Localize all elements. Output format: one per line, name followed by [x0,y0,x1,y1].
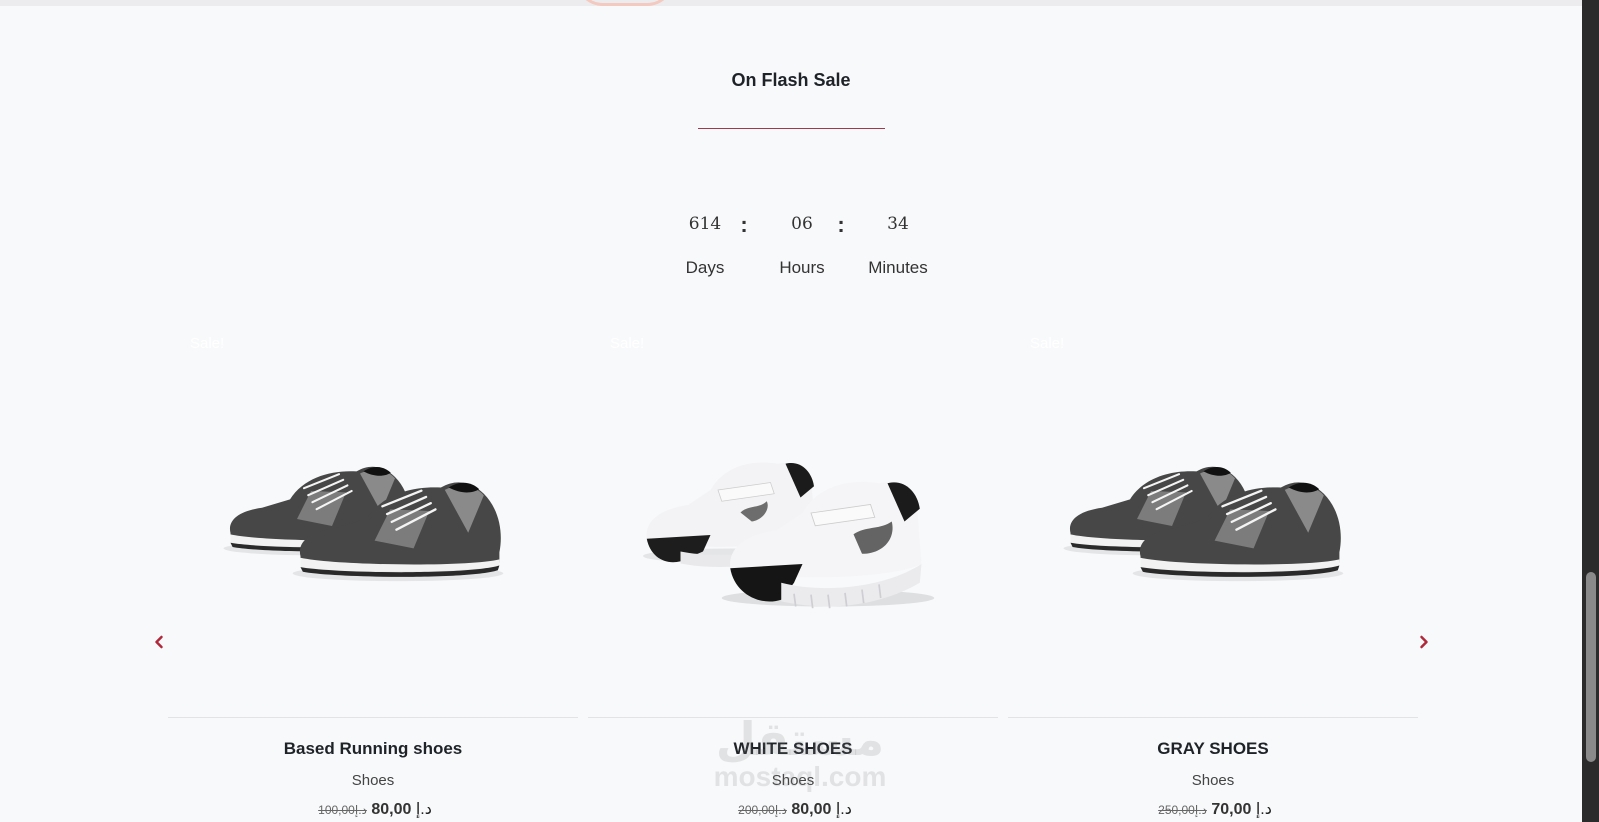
old-price: د.إ100,00 [318,803,367,817]
product-image[interactable] [1008,365,1418,720]
sale-price: 70,00 [1211,801,1252,818]
decorative-arc [575,0,675,6]
section-title: On Flash Sale [731,70,851,90]
watermark-arabic: مستقل [715,712,885,766]
watermark: مستقل mostaql.com [700,716,900,792]
sale-badge: Sale! [610,335,645,352]
chevron-left-icon [155,635,163,649]
old-price: د.إ200,00 [738,803,787,817]
previous-section-edge [0,0,1582,6]
currency-symbol: د.إ [1255,801,1272,818]
countdown-timer: 614 Days : 06 Hours : 34 Minutes [660,212,940,292]
currency-symbol: د.إ [835,801,852,818]
old-price: د.إ250,00 [1158,803,1207,817]
chevron-right-icon [1420,635,1428,649]
price-row: د.إ 80,00 د.إ200,00 [588,799,998,819]
old-price-value: 250,00 [1158,803,1195,817]
product-card[interactable]: Sale! GRAY SHOES Shoes د.إ 70,00 د.إ250,… [1008,325,1418,822]
countdown-separator: : [837,212,845,237]
old-price-value: 200,00 [738,803,775,817]
countdown-minutes-value: 34 [887,214,909,234]
countdown-minutes-label: Minutes [868,258,928,277]
price-row: د.إ 80,00 د.إ100,00 [168,799,578,819]
image-divider [1008,717,1418,718]
image-divider [168,717,578,718]
countdown-days-value: 614 [688,214,722,234]
page-scrollbar[interactable] [1582,0,1599,822]
product-image[interactable] [168,365,578,720]
sale-price: 80,00 [791,801,832,818]
price-row: د.إ 70,00 د.إ250,00 [1008,799,1418,819]
countdown-separator: : [740,212,748,237]
carousel-next-button[interactable] [1416,634,1432,650]
watermark-latin: mostaql.com [713,761,887,792]
countdown-minutes: 34 Minutes [853,212,943,278]
product-card[interactable]: Sale! Based Running shoes Shoes د.إ 80,0… [168,325,578,822]
countdown-days: 614 Days [660,212,750,278]
product-name[interactable]: Based Running shoes [168,739,578,759]
currency-symbol: د.إ [354,803,367,817]
countdown-days-label: Days [685,258,725,277]
sale-badge: Sale! [190,335,225,352]
carousel-prev-button[interactable] [151,634,167,650]
old-price-value: 100,00 [318,803,355,817]
product-name[interactable]: GRAY SHOES [1008,739,1418,759]
product-image[interactable] [588,365,998,720]
product-category[interactable]: Shoes [168,772,578,789]
currency-symbol: د.إ [415,801,432,818]
scrollbar-thumb[interactable] [1586,572,1596,762]
currency-symbol: د.إ [774,803,787,817]
countdown-hours: 06 Hours [757,212,847,278]
currency-symbol: د.إ [1194,803,1207,817]
sale-price: 80,00 [371,801,412,818]
sale-badge: Sale! [1030,335,1065,352]
product-category[interactable]: Shoes [1008,772,1418,789]
title-underline [698,128,885,129]
countdown-hours-label: Hours [779,258,825,277]
countdown-hours-value: 06 [791,214,813,234]
